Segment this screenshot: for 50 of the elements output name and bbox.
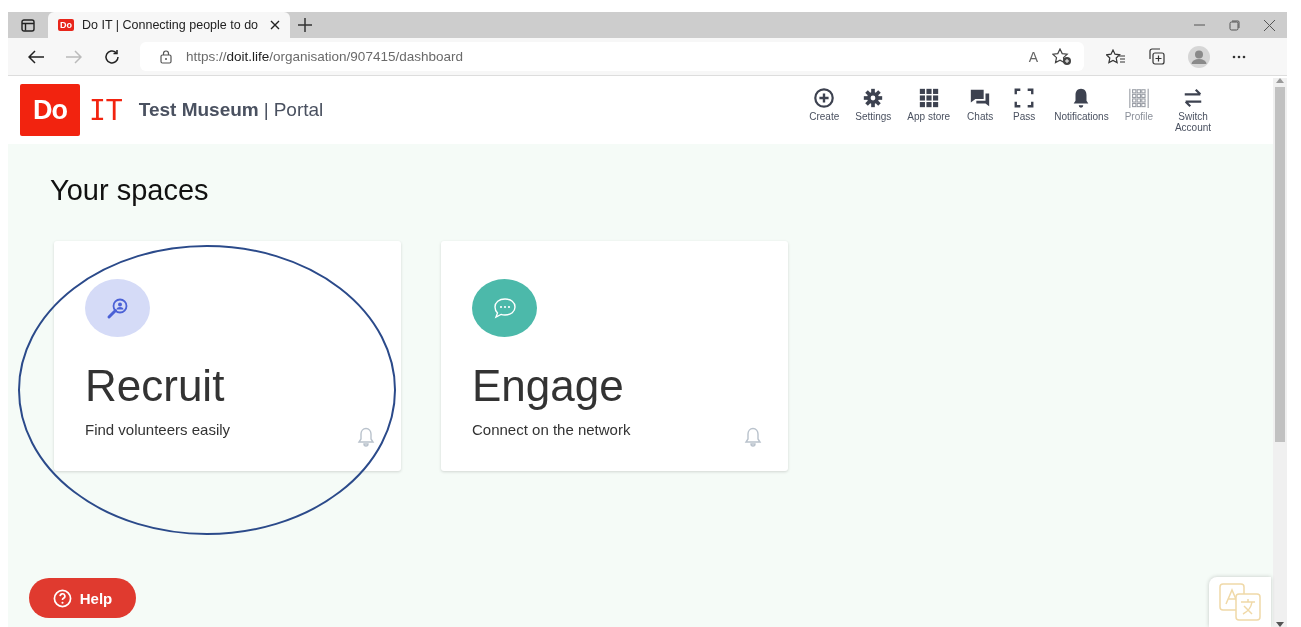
- browser-tab[interactable]: Do Do IT | Connecting people to do: [48, 12, 290, 38]
- url-text: https://doit.life/organisation/907415/dashboard: [186, 49, 464, 64]
- grid-icon: [917, 86, 940, 109]
- tab-actions-icon[interactable]: [21, 18, 35, 32]
- new-tab-icon[interactable]: [298, 18, 312, 32]
- nav-button[interactable]: Switch Account: [1161, 86, 1225, 134]
- read-aloud-button[interactable]: A: [1028, 48, 1038, 65]
- card-subtitle: Find volunteers easily: [85, 421, 232, 438]
- swap-arrows-icon: [1182, 86, 1204, 109]
- card-title: Recruit: [85, 361, 226, 411]
- portal-label: Portal: [273, 99, 324, 121]
- logo-mark: Do: [20, 84, 80, 136]
- card-title: Engage: [472, 361, 625, 411]
- collections-icon[interactable]: [1148, 48, 1166, 65]
- space-card[interactable]: Engage Connect on the network: [441, 241, 788, 471]
- building-icon: [1127, 86, 1150, 109]
- close-icon[interactable]: [270, 20, 280, 30]
- space-card[interactable]: Recruit Find volunteers easily: [54, 241, 401, 471]
- help-button[interactable]: Help: [29, 578, 136, 618]
- nav-button[interactable]: Create: [801, 86, 848, 122]
- title-separator: |: [263, 99, 269, 121]
- nav-button[interactable]: Notifications: [1046, 86, 1117, 122]
- more-icon[interactable]: [1232, 54, 1246, 59]
- padlock-icon: [160, 49, 172, 64]
- nav-button[interactable]: Pass: [1002, 86, 1047, 122]
- scroll-down-icon[interactable]: [1276, 622, 1284, 627]
- page-heading: Your spaces: [50, 174, 210, 207]
- help-icon: [52, 588, 72, 608]
- nav-button[interactable]: App store: [899, 86, 959, 122]
- nav-button[interactable]: Settings: [847, 86, 900, 122]
- favorites-icon[interactable]: [1106, 48, 1126, 65]
- tab-title: Do IT | Connecting people to do: [82, 18, 260, 32]
- scan-frame-icon: [1013, 86, 1036, 109]
- plus-circle-icon: [813, 86, 836, 109]
- maximize-icon[interactable]: [1229, 19, 1240, 31]
- search-person-icon: [105, 296, 130, 320]
- add-favorite-icon[interactable]: [1052, 47, 1072, 66]
- organisation-name: Test Museum: [138, 99, 259, 121]
- card-subtitle: Connect on the network: [472, 421, 632, 438]
- favicon: Do: [58, 19, 74, 31]
- speech-bubble-icon: [491, 296, 518, 320]
- address-bar[interactable]: https://doit.life/organisation/907415/dashboard A: [140, 42, 1084, 71]
- nav-button[interactable]: Chats: [958, 86, 1003, 122]
- avatar-icon[interactable]: [1188, 45, 1210, 68]
- settings-icon: [862, 86, 885, 109]
- scroll-up-icon[interactable]: [1276, 78, 1284, 83]
- refresh-icon[interactable]: [104, 48, 120, 65]
- back-arrow-icon[interactable]: [28, 49, 44, 64]
- scrollbar[interactable]: [1273, 78, 1287, 627]
- logo-text: IT: [89, 93, 123, 127]
